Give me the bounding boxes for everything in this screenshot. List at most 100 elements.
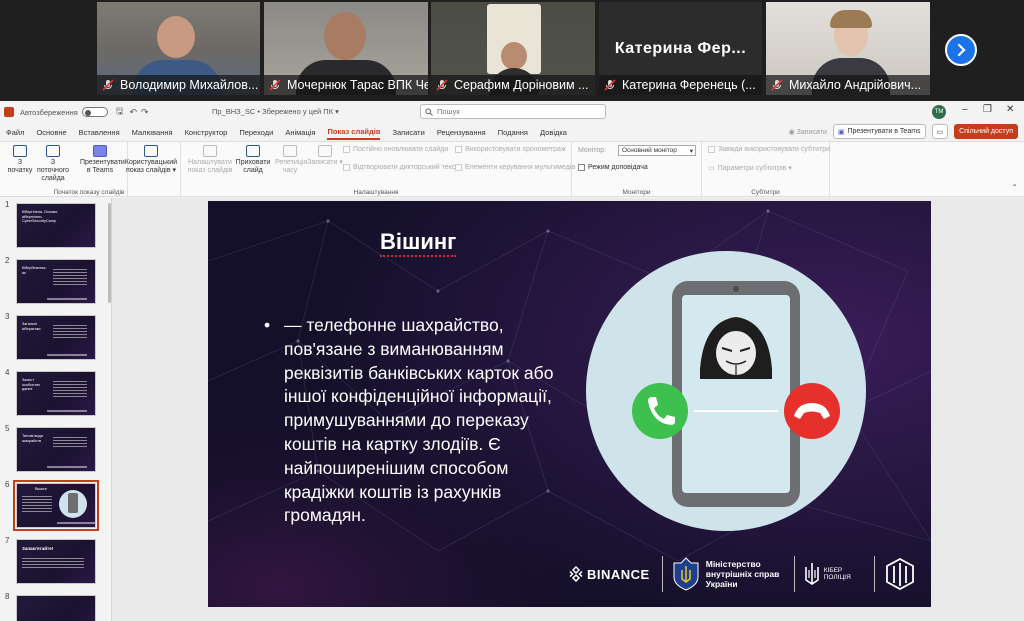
search-placeholder: Пошук <box>437 107 460 116</box>
thumbnail-row[interactable]: 1 Кібергігієна. Основи кібергігієни. Cyb… <box>0 198 111 254</box>
close-icon[interactable]: ✕ <box>1006 104 1014 115</box>
present-in-teams-ribbon-button[interactable]: Презентувати в Teams <box>80 145 125 175</box>
slide-thumbnail-selected[interactable]: Вішинг <box>13 480 99 531</box>
participant-name: Володимир Михайлов... <box>120 78 259 92</box>
bullet-marker: • <box>264 315 271 335</box>
autosave-toggle[interactable] <box>81 107 108 117</box>
menu-review[interactable]: Рецензування <box>437 126 486 139</box>
slideshow-current-icon <box>46 145 60 157</box>
binance-logo: BINANCE <box>568 566 650 582</box>
menu-animations[interactable]: Анімація <box>285 126 315 139</box>
checkbox[interactable] <box>455 164 462 171</box>
thumbnail-number: 2 <box>5 256 10 265</box>
thumbnail-number: 6 <box>5 480 10 489</box>
comments-button[interactable]: ▭ <box>931 124 949 139</box>
subtitle-settings-button[interactable]: ▭ Параметри субтитрів ▾ <box>708 164 792 172</box>
participant-tile-active[interactable]: Мочернюк Тарас ВПК Че... <box>264 2 428 95</box>
camp-logo-icon <box>885 557 914 591</box>
thumbnail-row[interactable]: 7 Запам'ятайте! <box>0 534 111 590</box>
maximize-icon[interactable]: ❐ <box>983 104 992 115</box>
partner-logos: BINANCE Міністерство внутрішніх справ Ук… <box>568 551 923 597</box>
checkbox-use-timings[interactable]: Використовувати хронометраж <box>455 146 566 153</box>
document-title[interactable]: Пр_ВНЗ_SC • Збережено у цей ПК ▾ <box>212 107 339 116</box>
ministry-logo: Міністерство внутрішніх справ України <box>671 557 784 591</box>
menu-bar: Файл Основне Вставлення Малювання Констр… <box>0 123 1024 141</box>
participant-name: Михайло Андрійович... <box>789 78 922 92</box>
chevron-down-icon: ▾ <box>689 147 693 155</box>
checkbox[interactable] <box>578 164 585 171</box>
undo-icon[interactable]: ↶ <box>129 107 137 118</box>
participant-tile[interactable]: Володимир Михайлов... <box>97 2 260 95</box>
checkbox-label: Постійно оновлювати слайди <box>353 146 449 153</box>
avatar[interactable]: TM <box>932 105 946 119</box>
workspace: 1 Кібергігієна. Основи кібергігієни. Cyb… <box>0 198 1024 621</box>
thumbnail-logos <box>47 410 87 412</box>
record-button[interactable]: ◉ Записати <box>789 128 827 136</box>
checkbox[interactable] <box>343 164 350 171</box>
rehearse-timings-button[interactable]: Репетиція часу <box>275 145 307 175</box>
menu-view[interactable]: Подання <box>498 126 528 139</box>
thumbnail-logos <box>57 522 95 524</box>
menu-home[interactable]: Основне <box>36 126 66 139</box>
ribbon-group-label: Початок показу слайдів <box>53 189 125 196</box>
thumbnail-row[interactable]: 8 <box>0 590 111 621</box>
participant-tile-no-video[interactable]: Катерина Фер... Катерина Ференець (... <box>599 2 762 95</box>
checkbox-media-controls[interactable]: Елементи керування мультимедіа <box>455 164 575 171</box>
monitor-select[interactable]: Основний монітор ▾ <box>618 145 696 156</box>
slide-thumbnail[interactable]: Запам'ятайте! <box>16 539 96 584</box>
hide-slide-button[interactable]: Приховати слайд <box>235 145 271 175</box>
custom-slideshow-button[interactable]: Користувацький показ слайдів ▾ <box>124 145 178 175</box>
checkbox-always-subtitles[interactable]: Завжди використовувати субтитри <box>708 146 830 153</box>
slide-thumbnail[interactable]: Кібербезпека: як <box>16 259 96 304</box>
next-participants-button[interactable] <box>945 34 977 66</box>
record-slideshow-button[interactable]: Записати ▾ <box>307 145 343 167</box>
thumbnail-row[interactable]: 2 Кібербезпека: як <box>0 254 111 310</box>
menu-draw[interactable]: Малювання <box>132 126 173 139</box>
thumbnails-scrollbar[interactable] <box>108 203 111 303</box>
thumbnail-row[interactable]: 4 Захист особистих даних <box>0 366 111 422</box>
menu-insert[interactable]: Вставлення <box>79 126 120 139</box>
slide-title[interactable]: Вішинг <box>380 229 457 258</box>
checkbox[interactable] <box>343 146 350 153</box>
ribbon-collapse-icon[interactable]: ⌃ <box>1011 183 1018 192</box>
setup-icon <box>203 145 217 157</box>
mic-off-icon <box>436 79 448 91</box>
menu-help[interactable]: Довідка <box>540 126 567 139</box>
menu-transitions[interactable]: Переходи <box>239 126 273 139</box>
checkbox-presenter-view[interactable]: Режим доповідача <box>578 164 648 171</box>
slide-thumbnail[interactable]: Типові види шахрайств <box>16 427 96 472</box>
present-in-teams-button[interactable]: ▣ Презентувати в Teams <box>832 124 926 139</box>
search-input[interactable]: Пошук <box>420 104 606 119</box>
from-current-slide-button[interactable]: З поточного слайда <box>34 145 72 183</box>
current-slide[interactable]: Вішинг • — телефонне шахрайство, пов'яза… <box>208 201 931 607</box>
slide-thumbnail[interactable] <box>16 595 96 621</box>
slide-bullet-text[interactable]: • — телефонне шахрайство, пов'язане з ви… <box>264 314 574 528</box>
save-icon[interactable]: 🖫 <box>116 104 124 120</box>
thumbnail-row-selected[interactable]: 6 Вішинг <box>0 478 111 534</box>
participant-tile[interactable]: Серафим Доріновим ... <box>431 2 595 95</box>
redo-icon[interactable]: ↷ <box>141 107 149 118</box>
menu-design[interactable]: Конструктор <box>185 126 228 139</box>
checkbox-keep-updated[interactable]: Постійно оновлювати слайди <box>343 146 448 153</box>
thumbnail-row[interactable]: 3 Загальні кібератаки <box>0 310 111 366</box>
minimize-icon[interactable]: – <box>962 104 968 115</box>
slide-thumbnail[interactable]: Кібергігієна. Основи кібергігієни. Cyber… <box>16 203 96 248</box>
powerpoint-logo-icon <box>4 107 14 117</box>
setup-slideshow-button[interactable]: Налаштувати показ слайдів <box>185 145 235 175</box>
menu-slideshow[interactable]: Показ слайдів <box>327 125 381 140</box>
checkbox-play-narration[interactable]: Відтворювати дикторський текст <box>343 164 459 171</box>
checkbox[interactable] <box>708 146 715 153</box>
slide-bullet-content: — телефонне шахрайство, пов'язане з вима… <box>284 315 554 526</box>
thumbnail-row[interactable]: 5 Типові види шахрайств <box>0 422 111 478</box>
teams-participant-strip: Володимир Михайлов... Мочернюк Тарас ВПК… <box>0 0 1024 98</box>
participant-tile[interactable]: Михайло Андрійович... <box>766 2 930 95</box>
menu-record[interactable]: Записати <box>392 126 424 139</box>
checkbox[interactable] <box>455 146 462 153</box>
share-button[interactable]: Спільний доступ <box>954 124 1018 139</box>
menu-file[interactable]: Файл <box>6 126 24 139</box>
thumbnail-title: Типові види шахрайств <box>22 434 43 443</box>
slide-thumbnail[interactable]: Захист особистих даних <box>16 371 96 416</box>
autosave-control[interactable]: Автозбереження <box>20 107 108 117</box>
slide-thumbnail[interactable]: Загальні кібератаки <box>16 315 96 360</box>
from-beginning-button[interactable]: З початку <box>6 145 34 175</box>
